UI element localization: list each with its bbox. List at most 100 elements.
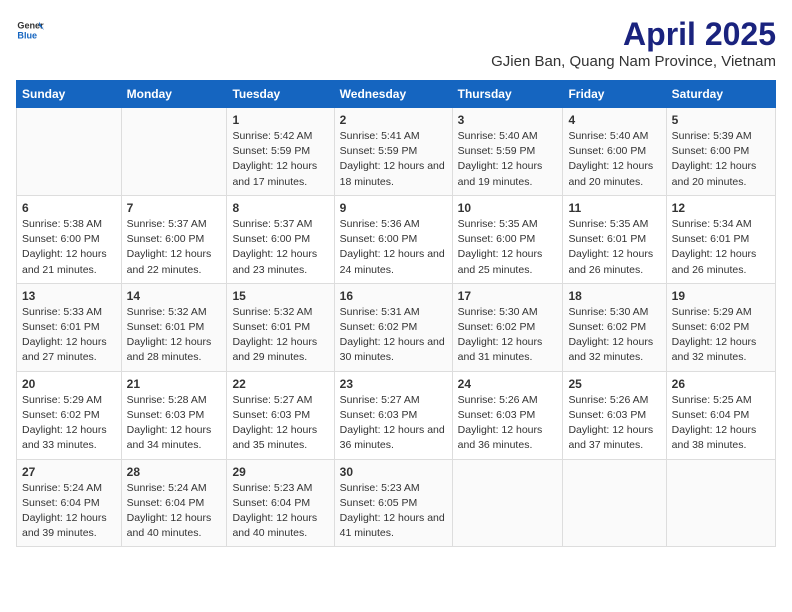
day-number: 3 [458, 113, 558, 127]
svg-text:Blue: Blue [17, 30, 37, 40]
calendar-cell: 11 Sunrise: 5:35 AM Sunset: 6:01 PM Dayli… [563, 195, 666, 283]
day-number: 22 [232, 377, 328, 391]
day-number: 7 [127, 201, 222, 215]
calendar-cell: 13Sunrise: 5:33 AM Sunset: 6:01 PM Dayli… [17, 283, 122, 371]
week-row-3: 13Sunrise: 5:33 AM Sunset: 6:01 PM Dayli… [17, 283, 776, 371]
day-number: 12 [672, 201, 770, 215]
day-number: 11 [568, 201, 660, 215]
day-info: Sunrise: 5:35 AM Sunset: 6:01 PM Dayligh… [568, 217, 660, 278]
calendar-cell: 7 Sunrise: 5:37 AM Sunset: 6:00 PM Daylig… [121, 195, 227, 283]
week-row-2: 6 Sunrise: 5:38 AM Sunset: 6:00 PM Daylig… [17, 195, 776, 283]
day-number: 19 [672, 289, 770, 303]
calendar-cell: 28 Sunrise: 5:24 AM Sunset: 6:04 PM Dayli… [121, 459, 227, 547]
calendar-cell [121, 108, 227, 196]
day-info: Sunrise: 5:24 AM Sunset: 6:04 PM Dayligh… [22, 481, 116, 542]
day-number: 21 [127, 377, 222, 391]
logo-icon: General Blue [16, 16, 44, 44]
day-number: 1 [232, 113, 328, 127]
calendar-cell: 8Sunrise: 5:37 AM Sunset: 6:00 PM Daylig… [227, 195, 334, 283]
day-number: 2 [340, 113, 447, 127]
calendar-cell [666, 459, 775, 547]
day-info: Sunrise: 5:28 AM Sunset: 6:03 PM Dayligh… [127, 393, 222, 454]
calendar-cell: 3 Sunrise: 5:40 AM Sunset: 5:59 PM Daylig… [452, 108, 563, 196]
day-number: 15 [232, 289, 328, 303]
main-title: April 2025 [491, 16, 776, 53]
calendar-cell: 9Sunrise: 5:36 AM Sunset: 6:00 PM Daylig… [334, 195, 452, 283]
day-number: 18 [568, 289, 660, 303]
calendar-table: SundayMondayTuesdayWednesdayThursdayFrid… [16, 80, 776, 547]
day-info: Sunrise: 5:32 AM Sunset: 6:01 PM Dayligh… [127, 305, 222, 366]
calendar-body: 1 Sunrise: 5:42 AM Sunset: 5:59 PM Daylig… [17, 108, 776, 547]
day-info: Sunrise: 5:34 AM Sunset: 6:01 PM Dayligh… [672, 217, 770, 278]
day-number: 28 [127, 465, 222, 479]
title-area: April 2025 GJien Ban, Quang Nam Province… [491, 16, 776, 70]
calendar-cell: 12 Sunrise: 5:34 AM Sunset: 6:01 PM Dayli… [666, 195, 775, 283]
day-info: Sunrise: 5:37 AM Sunset: 6:00 PM Dayligh… [127, 217, 222, 278]
day-info: Sunrise: 5:30 AM Sunset: 6:02 PM Dayligh… [458, 305, 558, 366]
day-info: Sunrise: 5:26 AM Sunset: 6:03 PM Dayligh… [458, 393, 558, 454]
day-info: Sunrise: 5:40 AM Sunset: 6:00 PM Dayligh… [568, 129, 660, 190]
day-number: 29 [232, 465, 328, 479]
calendar-cell: 26 Sunrise: 5:25 AM Sunset: 6:04 PM Dayli… [666, 371, 775, 459]
day-number: 9 [340, 201, 447, 215]
calendar-cell: 22 Sunrise: 5:27 AM Sunset: 6:03 PM Dayli… [227, 371, 334, 459]
calendar-cell: 29Sunrise: 5:23 AM Sunset: 6:04 PM Dayli… [227, 459, 334, 547]
week-row-4: 20 Sunrise: 5:29 AM Sunset: 6:02 PM Dayli… [17, 371, 776, 459]
calendar-cell: 19 Sunrise: 5:29 AM Sunset: 6:02 PM Dayli… [666, 283, 775, 371]
day-header-wednesday: Wednesday [334, 81, 452, 108]
calendar-cell: 23 Sunrise: 5:27 AM Sunset: 6:03 PM Dayli… [334, 371, 452, 459]
day-info: Sunrise: 5:39 AM Sunset: 6:00 PM Dayligh… [672, 129, 770, 190]
day-info: Sunrise: 5:25 AM Sunset: 6:04 PM Dayligh… [672, 393, 770, 454]
day-number: 25 [568, 377, 660, 391]
calendar-cell: 16Sunrise: 5:31 AM Sunset: 6:02 PM Dayli… [334, 283, 452, 371]
day-number: 17 [458, 289, 558, 303]
day-header-saturday: Saturday [666, 81, 775, 108]
day-number: 23 [340, 377, 447, 391]
day-number: 30 [340, 465, 447, 479]
calendar-cell: 21 Sunrise: 5:28 AM Sunset: 6:03 PM Dayli… [121, 371, 227, 459]
day-info: Sunrise: 5:27 AM Sunset: 6:03 PM Dayligh… [340, 393, 447, 454]
day-info: Sunrise: 5:27 AM Sunset: 6:03 PM Dayligh… [232, 393, 328, 454]
calendar-cell: 14 Sunrise: 5:32 AM Sunset: 6:01 PM Dayli… [121, 283, 227, 371]
day-header-thursday: Thursday [452, 81, 563, 108]
calendar-cell: 10Sunrise: 5:35 AM Sunset: 6:00 PM Dayli… [452, 195, 563, 283]
calendar-cell: 6 Sunrise: 5:38 AM Sunset: 6:00 PM Daylig… [17, 195, 122, 283]
calendar-header: SundayMondayTuesdayWednesdayThursdayFrid… [17, 81, 776, 108]
day-info: Sunrise: 5:24 AM Sunset: 6:04 PM Dayligh… [127, 481, 222, 542]
week-row-1: 1 Sunrise: 5:42 AM Sunset: 5:59 PM Daylig… [17, 108, 776, 196]
day-info: Sunrise: 5:35 AM Sunset: 6:00 PM Dayligh… [458, 217, 558, 278]
calendar-cell: 1 Sunrise: 5:42 AM Sunset: 5:59 PM Daylig… [227, 108, 334, 196]
day-header-sunday: Sunday [17, 81, 122, 108]
calendar-cell: 2 Sunrise: 5:41 AM Sunset: 5:59 PM Daylig… [334, 108, 452, 196]
day-info: Sunrise: 5:38 AM Sunset: 6:00 PM Dayligh… [22, 217, 116, 278]
day-header-monday: Monday [121, 81, 227, 108]
day-info: Sunrise: 5:29 AM Sunset: 6:02 PM Dayligh… [672, 305, 770, 366]
day-number: 13 [22, 289, 116, 303]
calendar-cell: 20 Sunrise: 5:29 AM Sunset: 6:02 PM Dayli… [17, 371, 122, 459]
calendar-cell: 27 Sunrise: 5:24 AM Sunset: 6:04 PM Dayli… [17, 459, 122, 547]
day-info: Sunrise: 5:23 AM Sunset: 6:05 PM Dayligh… [340, 481, 447, 542]
day-number: 24 [458, 377, 558, 391]
week-row-5: 27 Sunrise: 5:24 AM Sunset: 6:04 PM Dayli… [17, 459, 776, 547]
day-info: Sunrise: 5:40 AM Sunset: 5:59 PM Dayligh… [458, 129, 558, 190]
day-info: Sunrise: 5:30 AM Sunset: 6:02 PM Dayligh… [568, 305, 660, 366]
day-info: Sunrise: 5:41 AM Sunset: 5:59 PM Dayligh… [340, 129, 447, 190]
day-number: 8 [232, 201, 328, 215]
day-number: 27 [22, 465, 116, 479]
calendar-cell: 15Sunrise: 5:32 AM Sunset: 6:01 PM Dayli… [227, 283, 334, 371]
calendar-cell: 4Sunrise: 5:40 AM Sunset: 6:00 PM Daylig… [563, 108, 666, 196]
day-info: Sunrise: 5:26 AM Sunset: 6:03 PM Dayligh… [568, 393, 660, 454]
calendar-cell [563, 459, 666, 547]
day-number: 16 [340, 289, 447, 303]
day-number: 20 [22, 377, 116, 391]
day-number: 6 [22, 201, 116, 215]
day-number: 5 [672, 113, 770, 127]
subtitle: GJien Ban, Quang Nam Province, Vietnam [491, 53, 776, 70]
calendar-cell [17, 108, 122, 196]
day-info: Sunrise: 5:42 AM Sunset: 5:59 PM Dayligh… [232, 129, 328, 190]
day-number: 26 [672, 377, 770, 391]
calendar-cell: 17 Sunrise: 5:30 AM Sunset: 6:02 PM Dayli… [452, 283, 563, 371]
day-number: 14 [127, 289, 222, 303]
days-of-week-row: SundayMondayTuesdayWednesdayThursdayFrid… [17, 81, 776, 108]
day-info: Sunrise: 5:29 AM Sunset: 6:02 PM Dayligh… [22, 393, 116, 454]
